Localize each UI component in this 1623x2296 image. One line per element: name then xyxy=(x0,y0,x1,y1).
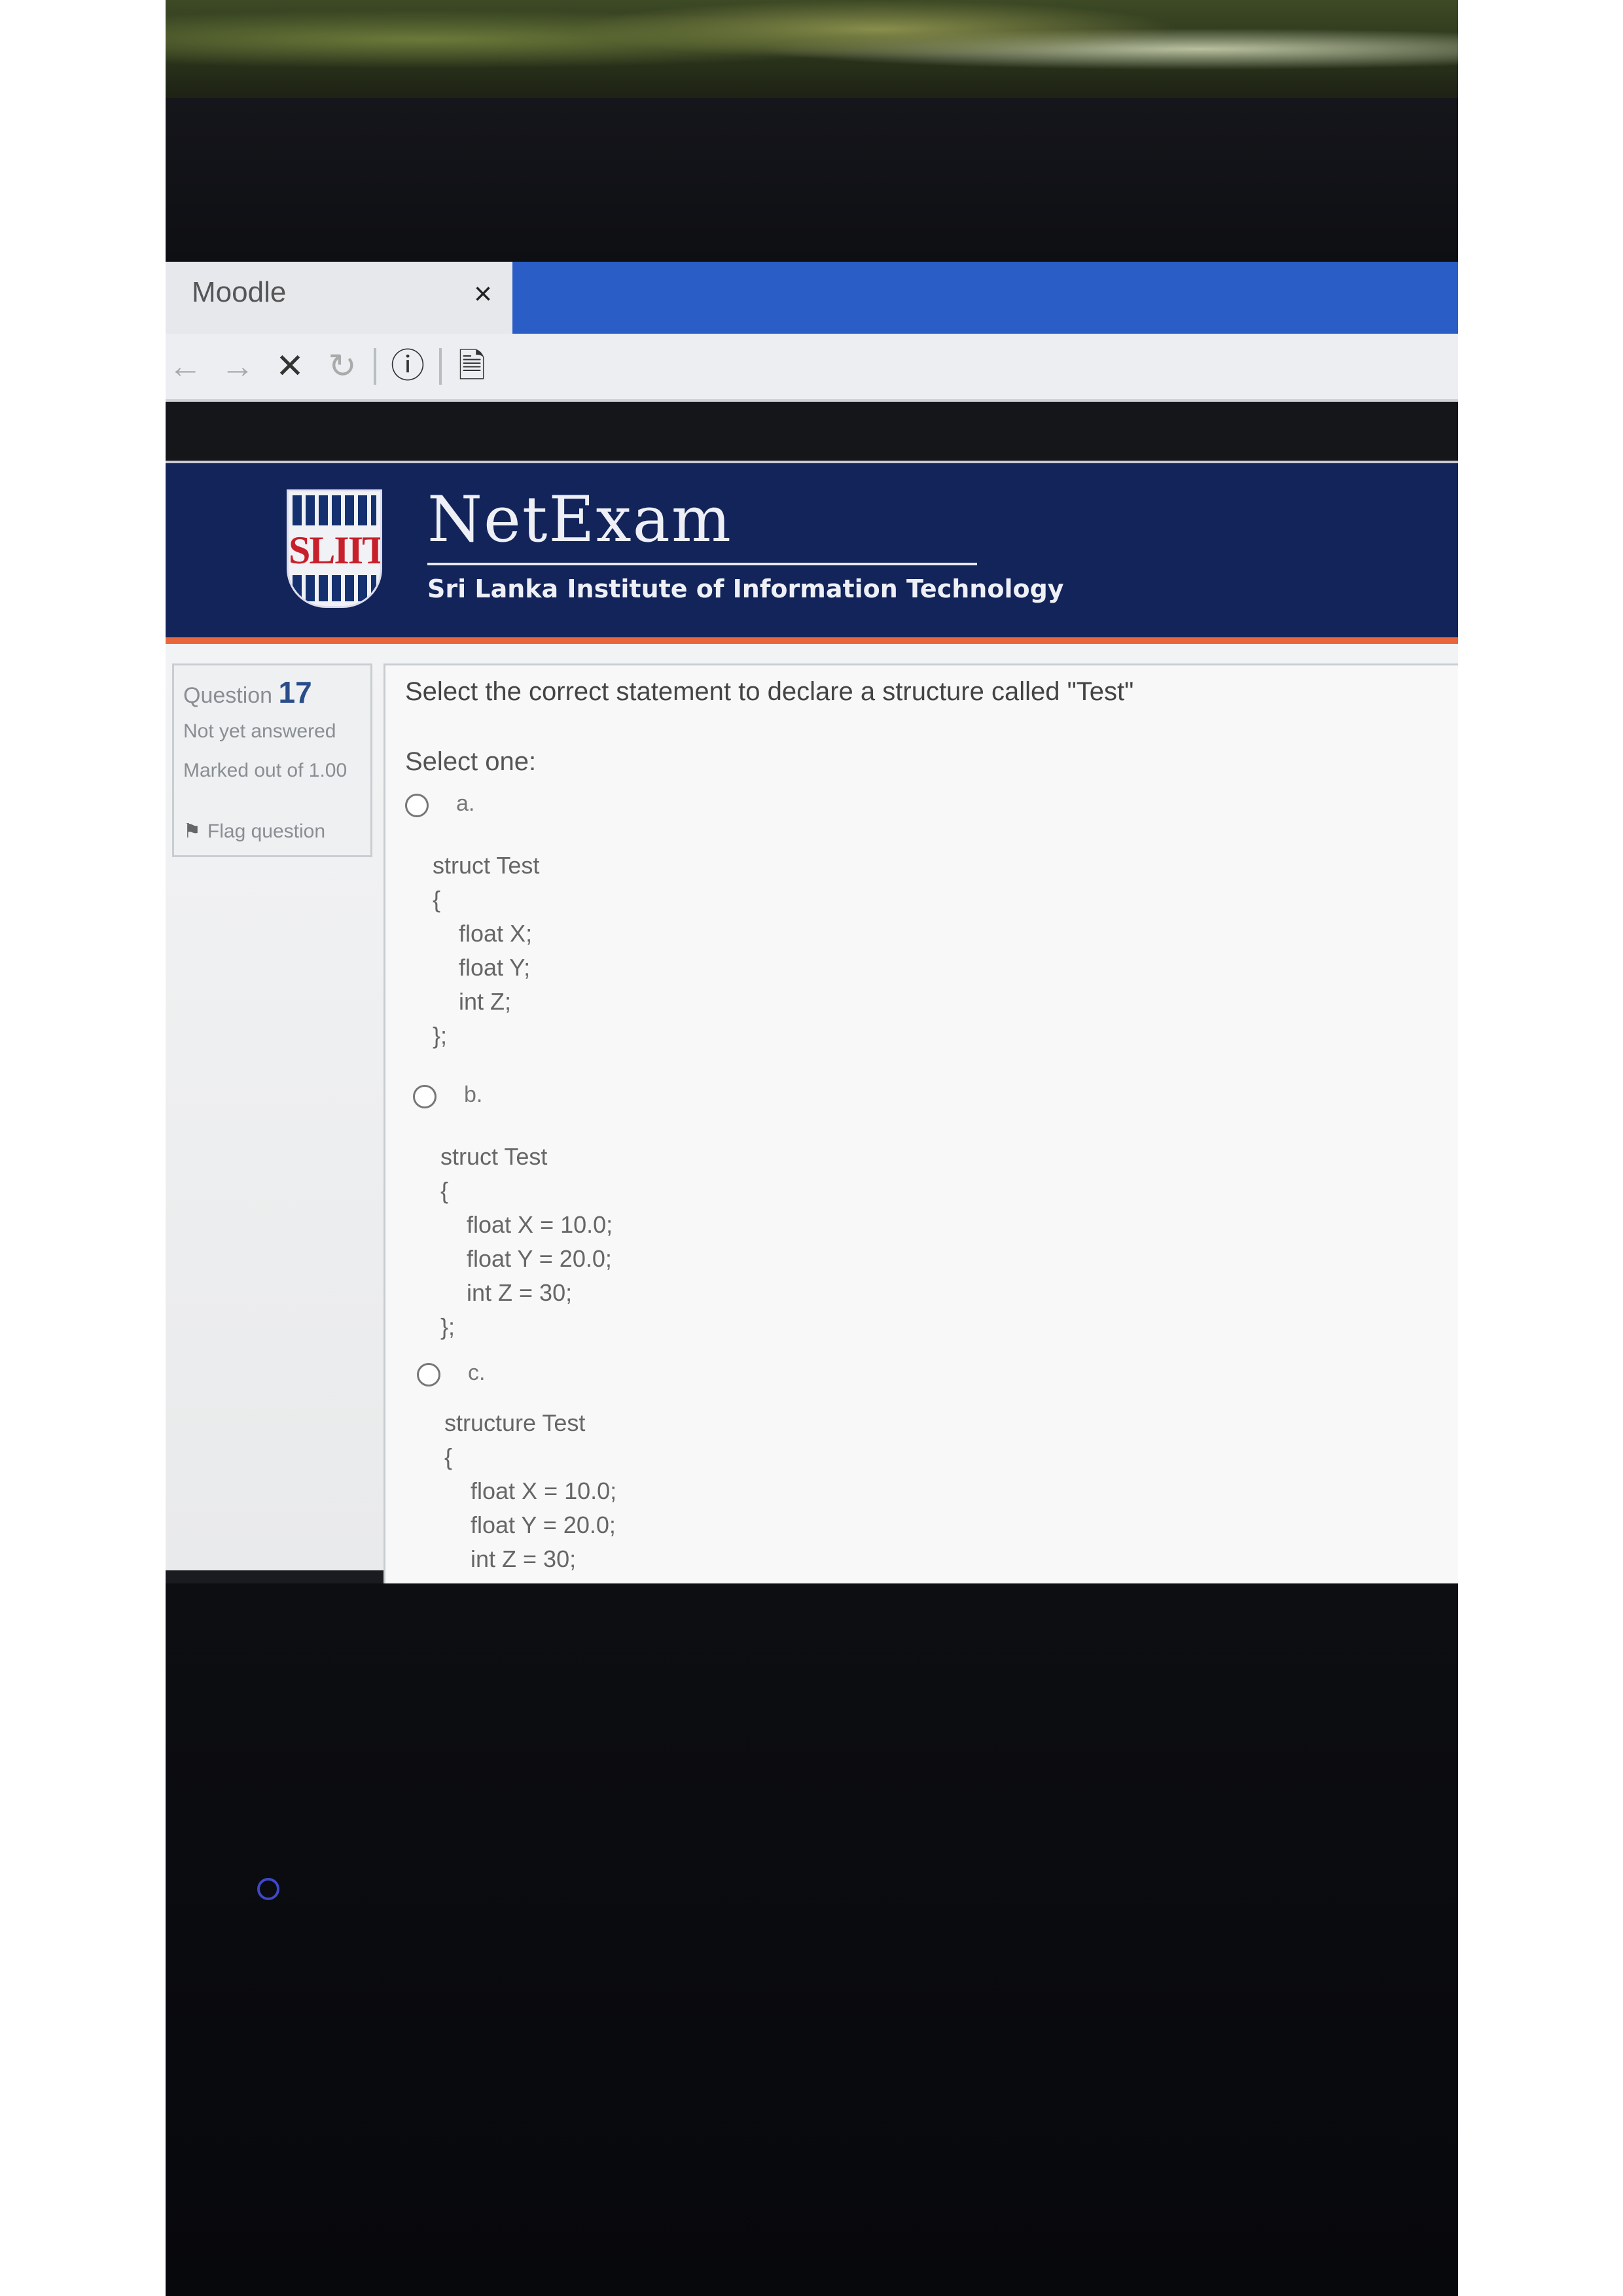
browser-toolbar: ← → ✕ ↻ ⓘ 🗎 xyxy=(166,334,1458,402)
back-icon[interactable]: ← xyxy=(166,345,205,387)
question-marks: Marked out of 1.00 xyxy=(183,760,348,781)
select-one-label: Select one: xyxy=(405,747,537,776)
tab-close-icon[interactable]: × xyxy=(467,275,499,314)
photo-frame: Moodle × ← → ✕ ↻ ⓘ 🗎 SLIIT NetExam Sri L xyxy=(166,0,1458,2296)
question-text: Select the correct statement to declare … xyxy=(405,677,1134,706)
option-letter: c. xyxy=(468,1360,486,1385)
tab-title: Moodle xyxy=(192,276,287,308)
radio-button-c[interactable] xyxy=(417,1363,440,1386)
forward-icon[interactable]: → xyxy=(218,345,257,387)
site-info-icon[interactable]: ⓘ xyxy=(388,345,427,387)
address-bar[interactable] xyxy=(506,348,1422,385)
toolbar-divider xyxy=(439,348,442,385)
question-number-label: Question 17 xyxy=(183,675,312,710)
option-letter: b. xyxy=(464,1082,483,1107)
flag-question-label: Flag question xyxy=(207,821,326,842)
reload-icon[interactable]: ↻ xyxy=(323,345,362,387)
flag-icon: ⚑ xyxy=(183,821,201,842)
app-title: NetExam xyxy=(427,483,732,556)
question-content: Select the correct statement to declare … xyxy=(383,663,1458,1592)
monitor-screen: Moodle × ← → ✕ ↻ ⓘ 🗎 SLIIT NetExam Sri L xyxy=(166,262,1458,1592)
question-number: 17 xyxy=(278,675,312,709)
option-code: struct Test { float X = 10.0; float Y = … xyxy=(440,1143,613,1340)
power-icon xyxy=(257,1878,279,1900)
logo-pattern xyxy=(293,495,376,525)
logo-pattern xyxy=(293,575,376,601)
browser-tab[interactable]: Moodle × xyxy=(166,262,512,334)
question-label: Question xyxy=(183,683,273,708)
quiz-page: Question 17 Not yet answered Marked out … xyxy=(166,644,1458,1592)
background-foliage xyxy=(166,0,1458,98)
flag-question-link[interactable]: ⚑ Flag question xyxy=(183,820,325,843)
sliit-logo: SLIIT xyxy=(287,489,382,608)
stop-icon[interactable]: ✕ xyxy=(270,345,310,387)
header-accent-bar xyxy=(166,637,1458,644)
screen-gap xyxy=(166,402,1458,461)
question-info-panel: Question 17 Not yet answered Marked out … xyxy=(172,663,372,857)
title-divider xyxy=(427,563,977,565)
app-subtitle: Sri Lanka Institute of Information Techn… xyxy=(427,574,1064,603)
site-header: SLIIT NetExam Sri Lanka Institute of Inf… xyxy=(166,461,1458,640)
browser-tab-bar: Moodle × xyxy=(166,262,1458,334)
radio-button-b[interactable] xyxy=(413,1085,437,1108)
toolbar-divider xyxy=(374,348,376,385)
monitor-bezel-top xyxy=(166,98,1458,262)
option-letter: a. xyxy=(456,791,475,816)
question-state: Not yet answered xyxy=(183,720,336,742)
option-code: structure Test { float X = 10.0; float Y… xyxy=(444,1409,617,1572)
option-code: struct Test { float X; float Y; int Z; }… xyxy=(433,852,540,1049)
logo-text: SLIIT xyxy=(289,529,382,572)
radio-button-a[interactable] xyxy=(405,794,429,817)
monitor-bezel-bottom xyxy=(166,1583,1458,2296)
page-icon[interactable]: 🗎 xyxy=(452,345,491,387)
